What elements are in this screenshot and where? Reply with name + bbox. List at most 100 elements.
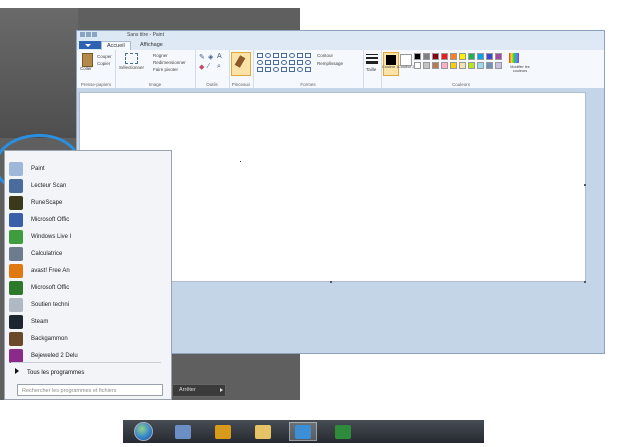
shape-option[interactable] bbox=[257, 60, 263, 65]
tab-affichage[interactable]: Affichage bbox=[135, 41, 168, 50]
color-picker-icon[interactable]: ⁄ bbox=[208, 63, 209, 70]
taskbar-button[interactable] bbox=[169, 422, 197, 441]
palette-swatch[interactable] bbox=[486, 62, 493, 69]
start-menu-item-label: Backgammon bbox=[31, 336, 68, 342]
shape-option[interactable] bbox=[281, 53, 287, 58]
crop-button[interactable]: Rogner bbox=[153, 53, 168, 58]
shape-option[interactable] bbox=[305, 53, 311, 58]
taskbar-button[interactable] bbox=[249, 422, 277, 441]
shape-option[interactable] bbox=[273, 67, 279, 72]
shape-option[interactable] bbox=[257, 67, 263, 72]
redo-icon[interactable] bbox=[92, 32, 97, 37]
shape-option[interactable] bbox=[273, 60, 279, 65]
paste-button[interactable]: Coller bbox=[80, 66, 92, 71]
search-input[interactable]: Rechercher les programmes et fichiers bbox=[17, 384, 163, 396]
taskbar-button[interactable] bbox=[289, 422, 317, 441]
magnifier-icon[interactable]: ⌕ bbox=[217, 63, 221, 71]
all-programs-link[interactable]: Tous les programmes bbox=[15, 368, 84, 376]
cut-button[interactable]: Couper bbox=[97, 54, 112, 59]
shape-option[interactable] bbox=[305, 60, 311, 65]
shutdown-arrow-icon[interactable] bbox=[220, 388, 223, 392]
taskbar-button[interactable] bbox=[209, 422, 237, 441]
shape-option[interactable] bbox=[265, 67, 271, 72]
shape-option[interactable] bbox=[305, 67, 311, 72]
all-programs-label: Tous les programmes bbox=[27, 370, 85, 376]
runescape-icon bbox=[9, 196, 23, 210]
select-icon[interactable] bbox=[125, 53, 138, 64]
palette-swatch[interactable] bbox=[495, 53, 502, 60]
taskbar-button[interactable] bbox=[329, 422, 357, 441]
brushes-group: Pinceaux bbox=[229, 50, 254, 88]
outline-button[interactable]: Contour bbox=[317, 53, 333, 58]
ribbon-tabs: Accueil Affichage bbox=[77, 40, 604, 51]
select-button[interactable]: Sélectionner bbox=[119, 65, 144, 70]
shape-option[interactable] bbox=[257, 53, 263, 58]
shape-option[interactable] bbox=[297, 60, 303, 65]
palette-swatch[interactable] bbox=[468, 62, 475, 69]
palette-swatch[interactable] bbox=[441, 53, 448, 60]
fill-icon[interactable]: ◈ bbox=[208, 53, 213, 61]
taskbar bbox=[123, 420, 484, 443]
palette-swatch[interactable] bbox=[423, 53, 430, 60]
shape-option[interactable] bbox=[289, 67, 295, 72]
rotate-button[interactable]: Faire pivoter bbox=[153, 67, 178, 72]
size-button[interactable]: Taille bbox=[366, 67, 376, 72]
taskbar-button[interactable] bbox=[129, 422, 157, 441]
office-icon bbox=[9, 213, 23, 227]
text-icon[interactable]: A bbox=[217, 53, 222, 60]
support-icon bbox=[9, 298, 23, 312]
shape-option[interactable] bbox=[265, 53, 271, 58]
palette-swatch[interactable] bbox=[495, 62, 502, 69]
color1-button[interactable] bbox=[383, 52, 399, 76]
palette-swatch[interactable] bbox=[450, 53, 457, 60]
eraser-icon[interactable]: ◆ bbox=[199, 63, 204, 71]
palette-swatch[interactable] bbox=[477, 62, 484, 69]
shapes-group: Contour Remplissage Formes bbox=[253, 50, 364, 88]
start-menu-item-label: avast! Free An bbox=[31, 268, 70, 274]
palette-swatch[interactable] bbox=[450, 62, 457, 69]
start-menu-item-label: RuneScape bbox=[31, 200, 63, 206]
palette-swatch[interactable] bbox=[459, 62, 466, 69]
resize-button[interactable]: Redimensionner bbox=[153, 60, 186, 65]
canvas-dot bbox=[240, 161, 241, 162]
shape-option[interactable] bbox=[297, 53, 303, 58]
shutdown-button[interactable]: Arrêter bbox=[172, 384, 226, 397]
palette-swatch[interactable] bbox=[432, 53, 439, 60]
fill-button[interactable]: Remplissage bbox=[317, 61, 343, 66]
palette-swatch[interactable] bbox=[468, 53, 475, 60]
pencil-icon[interactable]: ✎ bbox=[199, 53, 205, 61]
shape-option[interactable] bbox=[289, 53, 295, 58]
start-menu-item[interactable]: Bejeweled 2 Delu bbox=[9, 346, 169, 366]
copy-button[interactable]: Copier bbox=[97, 61, 110, 66]
edit-colors-icon[interactable] bbox=[509, 53, 519, 63]
resize-handle-corner[interactable] bbox=[584, 281, 586, 283]
shape-option[interactable] bbox=[265, 60, 271, 65]
palette-swatch[interactable] bbox=[459, 53, 466, 60]
shape-option[interactable] bbox=[273, 53, 279, 58]
undo-icon[interactable] bbox=[86, 32, 91, 37]
edit-colors-button[interactable]: Modifier les couleurs bbox=[505, 65, 535, 73]
resize-handle-bottom[interactable] bbox=[330, 281, 332, 283]
tools-group-label: Outils bbox=[206, 82, 218, 87]
palette-swatch[interactable] bbox=[441, 62, 448, 69]
paste-icon[interactable] bbox=[82, 53, 93, 67]
palette-swatch[interactable] bbox=[414, 53, 421, 60]
palette-swatch[interactable] bbox=[414, 62, 421, 69]
file-menu-button[interactable] bbox=[79, 41, 101, 49]
shape-option[interactable] bbox=[289, 60, 295, 65]
start-menu-item-label: Bejeweled 2 Delu bbox=[31, 353, 78, 359]
quick-access-toolbar[interactable] bbox=[80, 32, 120, 38]
palette-swatch[interactable] bbox=[423, 62, 430, 69]
shape-option[interactable] bbox=[297, 67, 303, 72]
palette-swatch[interactable] bbox=[432, 62, 439, 69]
resize-handle-right[interactable] bbox=[584, 184, 586, 186]
brushes-button[interactable] bbox=[231, 52, 251, 76]
color1-swatch bbox=[386, 55, 396, 65]
start-orb-icon bbox=[133, 422, 153, 441]
shape-option[interactable] bbox=[281, 67, 287, 72]
palette-swatch[interactable] bbox=[486, 53, 493, 60]
save-icon[interactable] bbox=[80, 32, 85, 37]
calculator-icon bbox=[9, 247, 23, 261]
palette-swatch[interactable] bbox=[477, 53, 484, 60]
shape-option[interactable] bbox=[281, 60, 287, 65]
